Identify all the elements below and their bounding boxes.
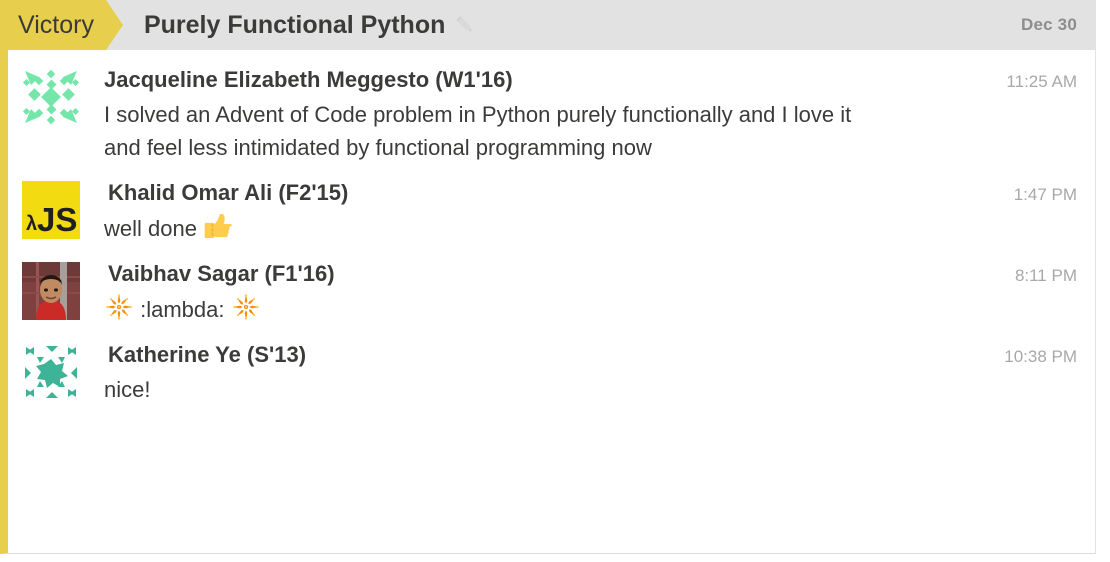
identicon-avatar-mint[interactable] bbox=[22, 68, 80, 126]
message-author[interactable]: Jacqueline Elizabeth Meggesto (W1'16) bbox=[104, 66, 981, 94]
svg-text:JS: JS bbox=[37, 201, 77, 238]
sparkler-emoji bbox=[231, 292, 261, 322]
message-author[interactable]: Katherine Ye (S'13) bbox=[108, 341, 981, 369]
message-content: Katherine Ye (S'13) nice! bbox=[80, 339, 991, 406]
message-timestamp: 1:47 PM bbox=[1013, 185, 1077, 204]
identicon-avatar-teal[interactable] bbox=[22, 343, 80, 401]
message-thread: Victory Purely Functional Python Dec 30 bbox=[0, 0, 1096, 554]
lambda-js-avatar[interactable]: λ JS bbox=[22, 181, 80, 239]
message-timestamp: 11:25 AM bbox=[1006, 72, 1077, 91]
message-item: Vaibhav Sagar (F1'16) :lambda: 8:11 PM bbox=[8, 258, 1095, 326]
photo-avatar-person[interactable] bbox=[22, 262, 80, 320]
message-timestamp: 10:38 PM bbox=[1004, 347, 1077, 366]
message-item: Jacqueline Elizabeth Meggesto (W1'16) I … bbox=[8, 64, 1095, 164]
message-text: I solved an Advent of Code problem in Py… bbox=[104, 102, 852, 160]
message-timestamp: 8:11 PM bbox=[1014, 266, 1077, 285]
sparkler-emoji bbox=[104, 292, 134, 322]
thread-title: Purely Functional Python bbox=[143, 10, 446, 39]
message-text-body: :lambda: bbox=[140, 297, 225, 322]
message-author[interactable]: Khalid Omar Ali (F2'15) bbox=[108, 179, 981, 207]
thread-tag-victory[interactable]: Victory bbox=[8, 0, 123, 50]
message-content: Jacqueline Elizabeth Meggesto (W1'16) I … bbox=[80, 64, 991, 164]
message-text-body: well done bbox=[104, 216, 204, 241]
message-text: :lambda: bbox=[104, 292, 874, 326]
pencil-icon[interactable] bbox=[454, 14, 476, 36]
message-item: λ JS Khalid Omar Ali (F2'15) well done 1… bbox=[8, 177, 1095, 245]
thumbs-up-emoji bbox=[203, 211, 233, 241]
message-content: Vaibhav Sagar (F1'16) :lambda: bbox=[80, 258, 991, 326]
thread-date: Dec 30 bbox=[1020, 15, 1077, 34]
message-text: nice! bbox=[104, 377, 151, 402]
message-author[interactable]: Vaibhav Sagar (F1'16) bbox=[108, 260, 981, 288]
svg-text:λ: λ bbox=[26, 213, 37, 235]
message-text: well done bbox=[104, 211, 874, 245]
message-item: Katherine Ye (S'13) nice! 10:38 PM bbox=[8, 339, 1095, 406]
message-content: Khalid Omar Ali (F2'15) well done bbox=[80, 177, 991, 245]
thread-header: Victory Purely Functional Python Dec 30 bbox=[8, 0, 1095, 50]
message-list: Jacqueline Elizabeth Meggesto (W1'16) I … bbox=[8, 50, 1095, 406]
